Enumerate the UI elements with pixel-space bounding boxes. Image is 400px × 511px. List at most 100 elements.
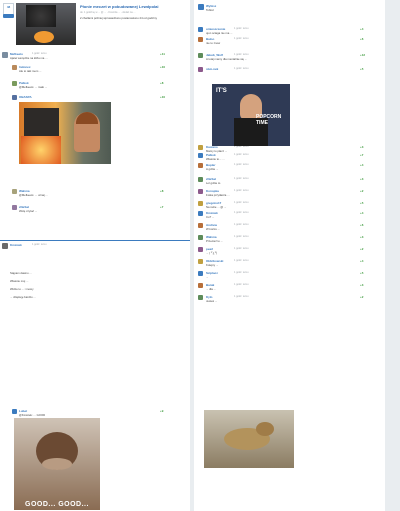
comment-item: Baloo 1 godz. temu nie to znow +6 (194, 36, 385, 46)
comment-item: gregoire17 1 godz. temu Na razie ... @ ...… (194, 200, 385, 210)
meme-image[interactable] (204, 410, 294, 468)
avatar[interactable] (12, 95, 17, 100)
avatar[interactable] (12, 205, 17, 210)
avatar[interactable] (198, 189, 203, 194)
article-meta: ok. 1 godzinę w ... @ ... - Kosmita ... … (80, 11, 136, 14)
article-thumbnail[interactable] (16, 3, 76, 45)
vote-count: +3 (360, 283, 364, 287)
comment-author[interactable]: Kmiotek (10, 243, 22, 247)
avatar[interactable] (198, 235, 203, 240)
comment-item: Kmiotek 1 godz. temu Co? ... +4 (194, 210, 385, 220)
comment-text: Przecież to ... (206, 239, 223, 243)
comment-time: 1 godz. temu (234, 223, 249, 227)
avatar[interactable] (2, 243, 8, 249)
comment-text: Wlasnie to... ... (206, 157, 225, 161)
comment-author[interactable]: OBASPA (19, 95, 32, 99)
avatar[interactable] (198, 283, 203, 288)
comment-item: zNeSat Wolę czytać ... +7 (10, 204, 190, 218)
comment-item: Barak 1 godz. temu... dla ... +3 (194, 282, 385, 292)
avatar[interactable] (198, 247, 203, 252)
comment-text: W końcu ... (206, 227, 220, 231)
comment-time: 1 godz. temu (234, 235, 249, 239)
avatar[interactable] (198, 27, 203, 32)
comment-time: 1 godz. temu (234, 295, 249, 299)
avatar[interactable] (12, 81, 17, 86)
comment-text: Lol gdzie to (206, 181, 221, 185)
avatar[interactable] (198, 177, 203, 182)
avatar[interactable] (198, 4, 204, 10)
avatar[interactable] (12, 189, 17, 194)
vote-count: +4 (360, 211, 364, 215)
vote-count: +3 (360, 177, 364, 181)
avatar[interactable] (12, 65, 17, 70)
vote-count: +3 (360, 145, 364, 149)
comment-item: Indonex Ale to taki mem ... +10 (10, 64, 190, 76)
comment-item: umieszczenie 1 godz. temu ojon sciaga nie … (194, 26, 385, 36)
comment-time: 1 godz. temu (234, 247, 249, 251)
meme-image[interactable]: GOOD... GOOD... (14, 418, 100, 510)
comment-item: OBASPA +10 (10, 94, 190, 172)
avatar[interactable] (198, 259, 203, 264)
avatar[interactable] (198, 67, 203, 72)
meme-caption-bottom: POPCORN TIME (256, 114, 282, 126)
meme-image[interactable]: IT'S POPCORN TIME (212, 84, 290, 146)
comment-text: ... (206, 275, 209, 279)
article-subtitle: 2 chwilami później wprowadzono postanowi… (80, 16, 157, 20)
meme-image[interactable] (19, 102, 111, 164)
avatar[interactable] (198, 271, 203, 276)
comment-item: Palkok @Mefkeeto: ... mało ... +8 (10, 80, 190, 92)
vote-count: +11 (160, 52, 165, 56)
comment-time: 1 godz. temu (32, 52, 47, 56)
avatar[interactable] (198, 163, 203, 168)
comment-item: Ołdzikowski 1 godz. temu Kolejny ... +4 (194, 258, 385, 268)
comment-item: Wahma 1 godz. temu Przecież to ... +3 (194, 234, 385, 244)
comment-text: @Kmiotek: ... GOOD (19, 413, 46, 417)
vote-count: +10 (160, 65, 166, 69)
avatar[interactable] (198, 295, 203, 300)
avatar[interactable] (2, 52, 8, 58)
comment-item: pearl 1 godz. temu... ( ͡° ͜ʖ ͡°) +2 (194, 246, 385, 256)
vote-count: +7 (360, 153, 364, 157)
vote-count: +2 (360, 189, 364, 193)
avatar[interactable] (198, 201, 203, 206)
comment-text: Ale to taki mem ... (19, 69, 42, 73)
avatar[interactable] (198, 223, 203, 228)
avatar[interactable] (198, 53, 203, 58)
vote-count: +6 (360, 37, 364, 41)
comment-text: A gdzie ... (206, 167, 219, 171)
article-title[interactable]: Płonie meczet w pobudowanej Lewdpolai (80, 4, 158, 9)
comment-text: @Mefkeeto: ... mało ... (19, 85, 48, 89)
left-column: 48 Płonie meczet w pobudowanej Lewdpolai… (0, 0, 190, 511)
comment-time: 1 godz. temu (234, 259, 249, 263)
avatar[interactable] (12, 409, 17, 414)
article-header: 48 Płonie meczet w pobudowanej Lewdpolai… (0, 0, 190, 48)
comment-list: umieszczenie 1 godz. temu ojon sciaga nie … (194, 26, 385, 366)
comment-time: 1 godz. temu (234, 163, 249, 167)
vote-count: +3 (360, 235, 364, 239)
avatar[interactable] (198, 153, 203, 158)
vote-count: +7 (160, 205, 164, 209)
vote-count: +8 (160, 189, 164, 193)
comment-item: Kylo 1 godz. temu Jesteś ... +2 (194, 294, 385, 304)
dig-button[interactable] (3, 14, 14, 18)
comment-author[interactable]: sbm-nek (206, 67, 218, 71)
comment-text: Ajatei wszędzie na łóżku na ... (10, 56, 48, 60)
vote-count: +5 (360, 271, 364, 275)
avatar[interactable] (198, 37, 203, 42)
comment-time: 1 godz. temu (234, 153, 249, 157)
comment-item: zNeSat 1 godz. temu Lol gdzie to +3 (194, 176, 385, 186)
comment-text: @Mefkeeto: ... uznaj ... (19, 193, 48, 197)
vote-count: +10 (160, 95, 166, 99)
comment-time: 1 godz. temu (234, 53, 249, 57)
meme-caption: GOOD... GOOD... (25, 501, 89, 508)
comment-time: 1 godz. temu (234, 271, 249, 275)
avatar[interactable] (198, 145, 203, 150)
right-column: Wybisz Tobisz umieszczenie 1 godz. temu oj… (194, 0, 385, 511)
vote-count: +12 (360, 53, 366, 57)
avatar[interactable] (198, 211, 203, 216)
vote-count: +5 (360, 67, 364, 71)
comment-time: 1 godz. temu (234, 189, 249, 193)
vote-count: +4 (360, 27, 364, 31)
comment-text: Kolejny ... (206, 263, 219, 267)
vote-count: +4 (360, 259, 364, 263)
